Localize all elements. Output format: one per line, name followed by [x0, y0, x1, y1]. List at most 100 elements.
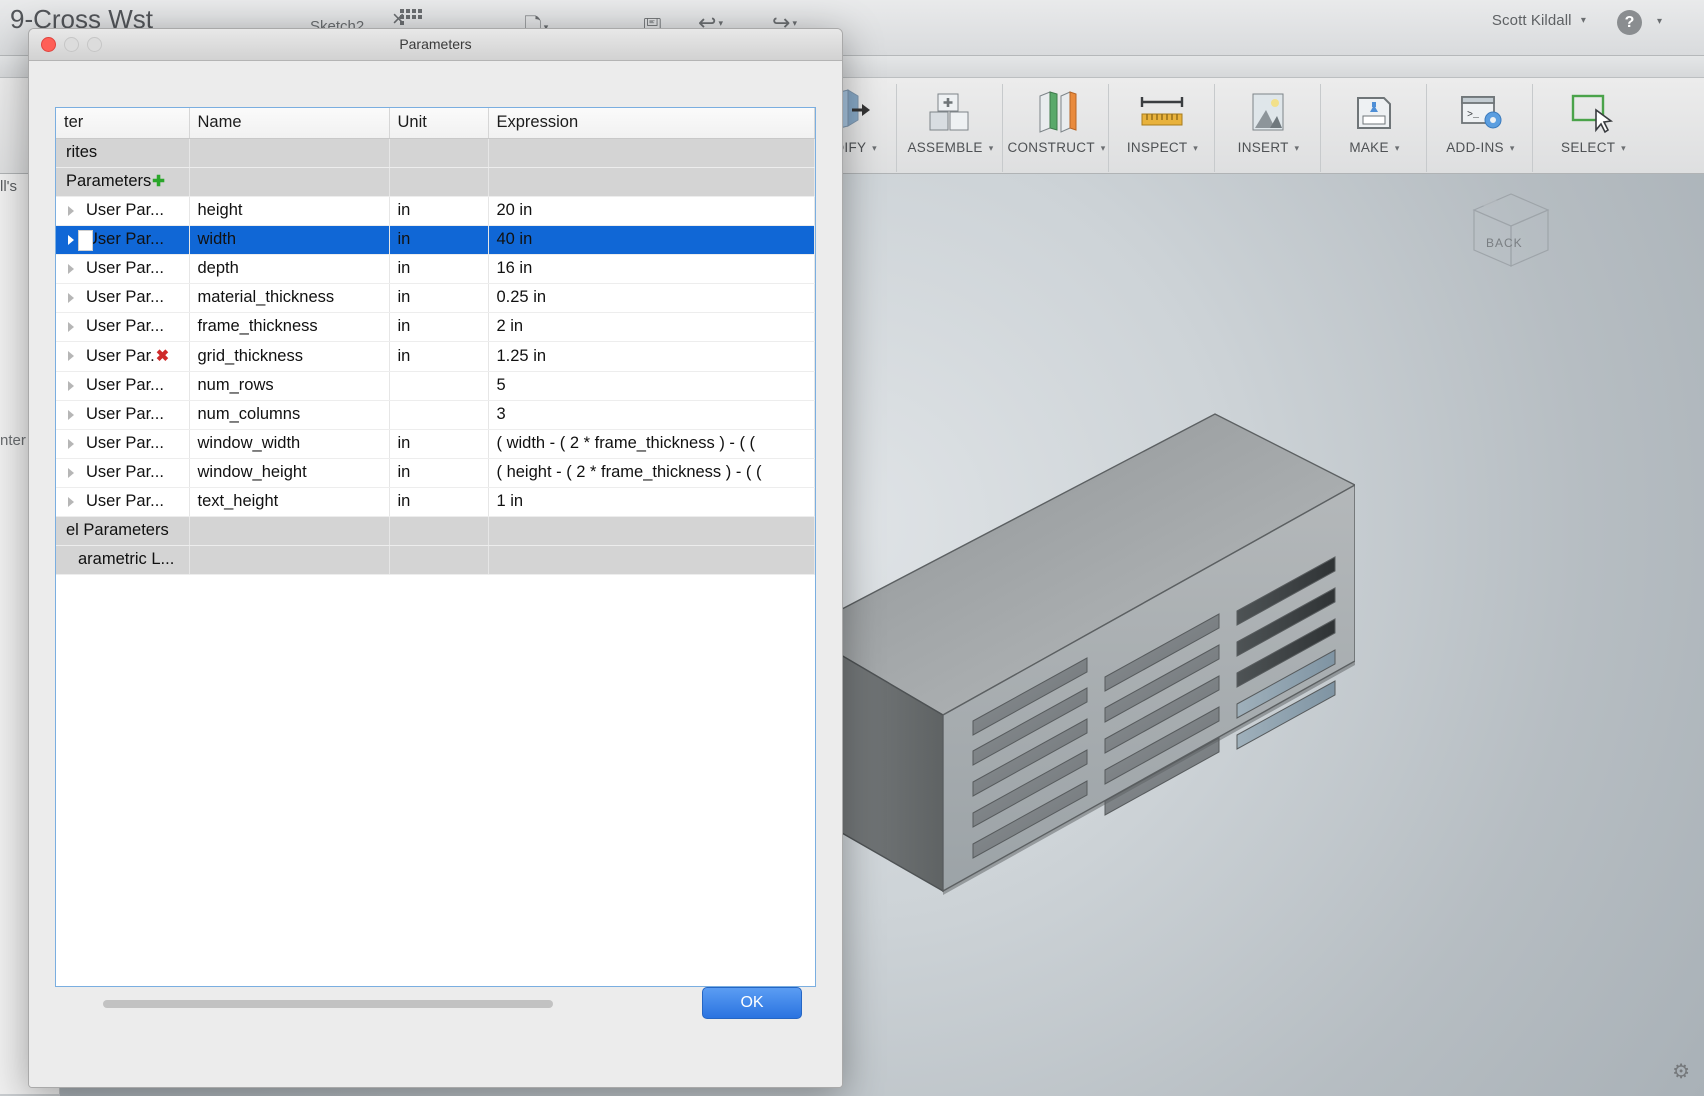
table-row[interactable]: User Par...frame_thicknessin2 in	[56, 313, 815, 342]
cell-name[interactable]	[189, 139, 389, 168]
cell-expression[interactable]	[488, 168, 815, 197]
error-x-icon[interactable]: ✖	[156, 348, 169, 365]
view-cube[interactable]: BACK	[1456, 184, 1556, 274]
cell-name[interactable]: num_columns	[189, 401, 389, 430]
cell-name[interactable]: window_height	[189, 459, 389, 488]
cell-name[interactable]	[189, 546, 389, 575]
cell-expression[interactable]	[488, 546, 815, 575]
cell-expression[interactable]: 20 in	[488, 197, 815, 226]
cell-expression[interactable]: 2 in	[488, 313, 815, 342]
cell-unit[interactable]	[389, 401, 488, 430]
parameters-table-container[interactable]: ter Name Unit Expression rites Parameters…	[55, 107, 816, 987]
cell-name[interactable]: depth	[189, 255, 389, 284]
cell-name[interactable]: width	[189, 226, 389, 255]
cell-unit[interactable]: in	[389, 197, 488, 226]
triangle-right-icon[interactable]	[68, 351, 74, 361]
cell-name[interactable]: num_rows	[189, 372, 389, 401]
table-row[interactable]: User Par...depthin16 in	[56, 255, 815, 284]
triangle-right-icon[interactable]	[68, 293, 74, 303]
table-group-row[interactable]: Parameters✚	[56, 168, 815, 197]
document-tab-fragment[interactable]: ll's	[0, 178, 17, 195]
cell-name[interactable]	[189, 517, 389, 546]
cell-name[interactable]: text_height	[189, 488, 389, 517]
cell-unit[interactable]: in	[389, 255, 488, 284]
table-row[interactable]: User Par...window_widthin( width - ( 2 *…	[56, 430, 815, 459]
triangle-right-icon[interactable]	[68, 206, 74, 216]
table-row[interactable]: User Par.✖grid_thicknessin1.25 in	[56, 342, 815, 372]
cell-expression[interactable]	[488, 139, 815, 168]
cell-expression[interactable]: 3	[488, 401, 815, 430]
table-row[interactable]: User Par... num_rows 5	[56, 372, 815, 401]
ribbon-item-construct[interactable]: CONSTRUCT ▾	[1002, 84, 1108, 172]
ribbon-item-assemble[interactable]: ASSEMBLE ▾	[896, 84, 1002, 172]
cell-unit[interactable]	[389, 517, 488, 546]
cell-name[interactable]: window_width	[189, 430, 389, 459]
question-mark-icon[interactable]: ?	[1617, 10, 1642, 35]
add-parameter-icon[interactable]: ✚	[152, 173, 165, 190]
cell-expression[interactable]: 5	[488, 372, 815, 401]
cell-name[interactable]: material_thickness	[189, 284, 389, 313]
column-header-unit[interactable]: Unit	[389, 108, 488, 139]
triangle-right-icon[interactable]	[68, 264, 74, 274]
cell-parameter: rites	[56, 139, 189, 168]
table-row[interactable]: User Par...heightin20 in	[56, 197, 815, 226]
cell-name[interactable]: frame_thickness	[189, 313, 389, 342]
cell-expression[interactable]: ( width - ( 2 * frame_thickness ) - ( (	[488, 430, 815, 459]
cell-expression[interactable]: 1 in	[488, 488, 815, 517]
ribbon-item-insert[interactable]: INSERT ▾	[1214, 84, 1320, 172]
cell-unit[interactable]	[389, 168, 488, 197]
column-header-expression[interactable]: Expression	[488, 108, 815, 139]
ribbon-item-select[interactable]: SELECT ▾	[1532, 84, 1652, 172]
cell-unit[interactable]: in	[389, 459, 488, 488]
parameters-dialog[interactable]: Parameters ter Name Unit Expression rite…	[28, 28, 843, 1088]
cell-expression[interactable]: ( height - ( 2 * frame_thickness ) - ( (	[488, 459, 815, 488]
cell-unit[interactable]	[389, 546, 488, 575]
cell-expression[interactable]: 1.25 in	[488, 342, 815, 372]
chevron-down-icon-help[interactable]: ▾	[1657, 16, 1662, 27]
triangle-right-icon[interactable]	[68, 468, 74, 478]
ribbon-item-make[interactable]: MAKE ▾	[1320, 84, 1426, 172]
triangle-right-icon[interactable]	[68, 381, 74, 391]
triangle-right-icon[interactable]	[68, 497, 74, 507]
column-header-parameter[interactable]: ter	[56, 108, 189, 139]
cell-expression[interactable]: 16 in	[488, 255, 815, 284]
column-header-name[interactable]: Name	[189, 108, 389, 139]
table-group-row[interactable]: el Parameters	[56, 517, 815, 546]
ok-button[interactable]: OK	[702, 987, 802, 1019]
cell-unit[interactable]: in	[389, 313, 488, 342]
cell-name[interactable]	[189, 168, 389, 197]
cell-unit[interactable]	[389, 139, 488, 168]
triangle-right-icon[interactable]	[68, 439, 74, 449]
cell-name[interactable]: grid_thickness	[189, 342, 389, 372]
cell-unit[interactable]: in	[389, 430, 488, 459]
cell-unit[interactable]	[389, 372, 488, 401]
cell-unit[interactable]: in	[389, 284, 488, 313]
ribbon-item-inspect[interactable]: INSPECT ▾	[1108, 84, 1214, 172]
ribbon-item-add-ins[interactable]: >_ ADD-INS ▾	[1426, 84, 1532, 172]
scrollbar-thumb[interactable]	[103, 1000, 553, 1008]
triangle-right-icon[interactable]	[68, 410, 74, 420]
cell-parameter-label: rites	[66, 143, 97, 161]
table-row[interactable]: User Par...widthin40 in	[56, 226, 815, 255]
cell-parameter-label: User Par...	[86, 376, 164, 394]
cell-expression[interactable]	[488, 517, 815, 546]
table-row[interactable]: User Par...window_heightin( height - ( 2…	[56, 459, 815, 488]
cell-unit[interactable]: in	[389, 488, 488, 517]
cell-expression[interactable]: 40 in	[488, 226, 815, 255]
cell-name[interactable]: height	[189, 197, 389, 226]
table-group-row[interactable]: rites	[56, 139, 815, 168]
user-account-menu[interactable]: Scott Kildall ▾	[1492, 12, 1586, 29]
cell-unit[interactable]: in	[389, 342, 488, 372]
triangle-right-icon[interactable]	[68, 235, 74, 245]
chevron-down-icon: ▾	[1395, 143, 1400, 153]
dialog-title-bar[interactable]: Parameters	[29, 29, 842, 61]
table-row[interactable]: User Par...num_columns3	[56, 401, 815, 430]
cell-expression[interactable]: 0.25 in	[488, 284, 815, 313]
table-row[interactable]: User Par...material_thicknessin0.25 in	[56, 284, 815, 313]
table-group-row[interactable]: arametric L...	[56, 546, 815, 575]
3d-model-shelving-unit[interactable]	[795, 399, 1355, 904]
table-row[interactable]: User Par...text_heightin1 in	[56, 488, 815, 517]
gear-icon[interactable]: ⚙	[1672, 1059, 1690, 1084]
cell-unit[interactable]: in	[389, 226, 488, 255]
triangle-right-icon[interactable]	[68, 322, 74, 332]
